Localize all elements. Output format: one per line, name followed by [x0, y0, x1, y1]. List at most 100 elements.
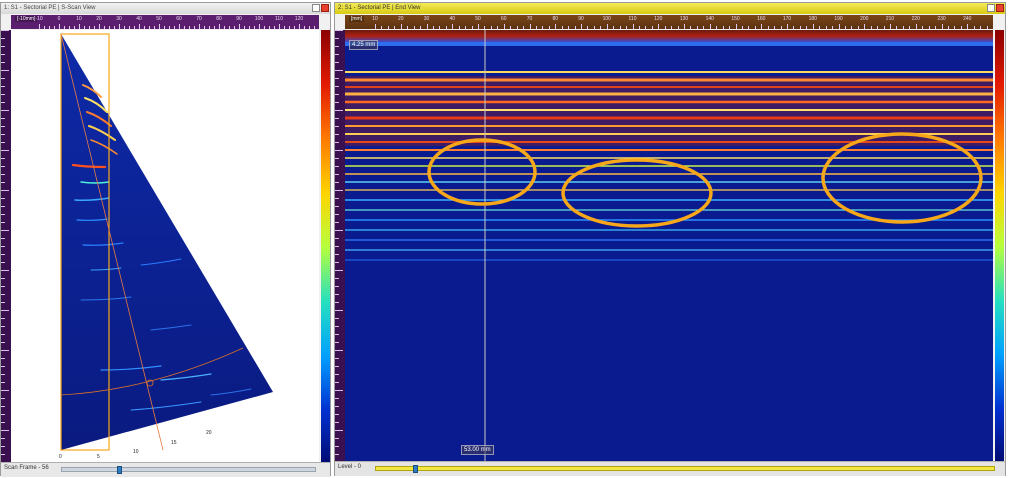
ruler-tick — [516, 26, 518, 29]
ruler-tick — [179, 24, 180, 29]
vruler-tick — [335, 262, 339, 263]
vruler-tick — [1, 374, 5, 375]
ruler-tick — [883, 26, 885, 29]
vruler-tick — [335, 94, 339, 95]
ruler-tick — [99, 24, 100, 29]
vruler-tick — [335, 206, 339, 207]
ruler-tick — [465, 26, 467, 29]
ruler-tick — [741, 26, 743, 29]
slider-thumb-icon[interactable] — [117, 466, 122, 474]
ruler-tick-label: 210 — [885, 16, 895, 22]
ruler-tick — [219, 24, 220, 29]
maximize-icon[interactable] — [987, 4, 995, 12]
ruler-tick — [89, 26, 90, 29]
vruler-tick — [335, 310, 343, 311]
maximize-icon[interactable] — [312, 4, 320, 12]
vruler-tick — [1, 110, 9, 111]
vruler-tick — [335, 198, 339, 199]
ruler-tick — [420, 26, 422, 29]
ruler-tick-label: 30 — [116, 16, 122, 22]
ruler-tick-label: 160 — [757, 16, 766, 22]
vruler-tick — [1, 94, 5, 95]
s-scan-statusbar: Scan Frame - 56 — [1, 462, 330, 477]
ruler-tick-label: 230 — [937, 16, 946, 22]
vruler-tick — [335, 406, 339, 407]
end-view-title: 2: S1 - Sectorial PE | End View — [338, 5, 421, 11]
ruler-tick — [164, 26, 165, 29]
scan-frame-slider[interactable] — [61, 466, 316, 474]
ruler-tick — [561, 26, 563, 29]
s-scan-color-palette[interactable] — [321, 30, 330, 465]
ruler-tick — [722, 26, 724, 29]
close-icon[interactable] — [321, 4, 329, 12]
vruler-tick — [335, 422, 339, 423]
vruler-tick — [335, 134, 339, 135]
vruler-tick — [335, 302, 339, 303]
s-scan-view[interactable] — [11, 30, 319, 465]
ruler-tick-label: 50 — [475, 16, 481, 22]
ruler-tick — [124, 26, 125, 29]
vruler-tick — [1, 366, 5, 367]
vruler-tick — [335, 326, 339, 327]
ruler-tick — [529, 24, 531, 29]
ruler-tick — [445, 26, 447, 29]
ruler-tick-label: 110 — [628, 16, 637, 22]
ruler-tick — [79, 24, 80, 29]
vruler-tick — [335, 342, 339, 343]
vruler-tick — [335, 78, 339, 79]
vruler-tick — [335, 334, 339, 335]
vruler-tick — [335, 150, 343, 151]
vruler-tick — [1, 278, 5, 279]
ruler-tick — [490, 26, 492, 29]
vruler-tick — [1, 238, 5, 239]
ruler-tick — [664, 26, 666, 29]
vruler-tick — [335, 30, 343, 31]
ruler-tick — [439, 26, 441, 29]
ruler-tick — [387, 26, 389, 29]
ruler-tick — [960, 26, 962, 29]
ruler-tick-label: 200 — [860, 16, 869, 22]
ruler-tick — [39, 24, 40, 29]
ruler-tick-label: 170 — [782, 16, 792, 22]
level-slider[interactable] — [375, 465, 995, 473]
ruler-tick-label: 70 — [196, 16, 202, 22]
end-view-titlebar[interactable]: 2: S1 - Sectorial PE | End View — [335, 3, 1005, 14]
ruler-tick — [264, 26, 265, 29]
ruler-tick — [838, 24, 840, 29]
vruler-tick — [1, 390, 9, 391]
ruler-tick — [134, 26, 135, 29]
vruler-tick — [335, 54, 339, 55]
vruler-tick — [335, 278, 339, 279]
end-view[interactable] — [345, 30, 993, 463]
slider-thumb-icon[interactable] — [413, 465, 418, 473]
ruler-tick — [54, 26, 55, 29]
vruler-tick — [1, 382, 5, 383]
ruler-tick — [767, 26, 769, 29]
vruler-tick — [1, 54, 5, 55]
ruler-tick — [269, 26, 270, 29]
end-view-panel: 2: S1 - Sectorial PE | End View [mm] 10 2… — [334, 2, 1006, 476]
ruler-tick — [229, 26, 230, 29]
ruler-tick — [574, 26, 576, 29]
vruler-tick — [335, 318, 339, 319]
end-view-color-palette[interactable] — [995, 30, 1004, 463]
s-scan-titlebar[interactable]: 1: S1 - Sectorial PE | S-Scan View — [1, 3, 330, 14]
cursor-readout: 53.00 mm — [461, 445, 494, 455]
ruler-tick — [503, 24, 505, 29]
ruler-tick-label: 80 — [552, 16, 559, 22]
vruler-tick — [1, 182, 5, 183]
ruler-tick — [677, 26, 679, 29]
ruler-tick — [877, 26, 879, 29]
ruler-tick — [941, 24, 943, 29]
ruler-tick — [289, 26, 290, 29]
vruler-tick — [1, 206, 5, 207]
vruler-tick — [1, 350, 9, 351]
vruler-tick — [1, 246, 5, 247]
close-icon[interactable] — [996, 4, 1004, 12]
ruler-tick-label: 50 — [156, 16, 162, 22]
ruler-tick — [174, 26, 175, 29]
vruler-tick — [335, 166, 339, 167]
ruler-tick — [44, 26, 45, 29]
vruler-tick — [335, 70, 343, 71]
vruler-tick — [335, 46, 339, 47]
